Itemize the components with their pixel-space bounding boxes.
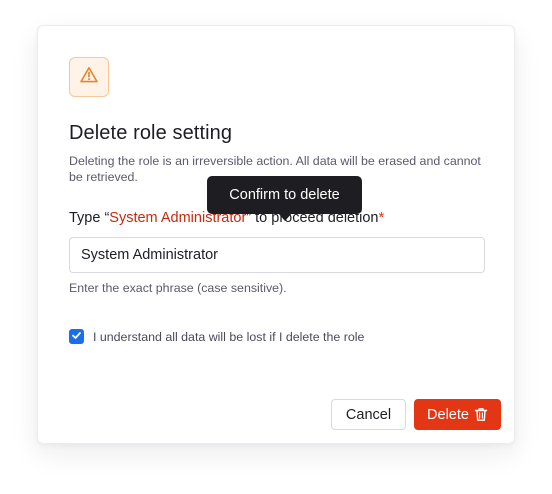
required-mark: * <box>378 210 385 226</box>
delete-button-label: Delete <box>427 406 469 423</box>
warning-triangle-icon <box>79 65 99 90</box>
confirm-tooltip: Confirm to delete <box>207 176 362 214</box>
dialog-title: Delete role setting <box>69 122 233 144</box>
delete-role-dialog: Delete role setting Deleting the role is… <box>37 25 515 444</box>
acknowledge-checkbox-label: I understand all data will be lost if I … <box>93 329 365 344</box>
warning-badge <box>69 57 109 97</box>
acknowledge-checkbox[interactable] <box>69 329 84 344</box>
tooltip-arrow <box>278 213 292 221</box>
acknowledge-checkbox-row[interactable]: I understand all data will be lost if I … <box>69 329 364 344</box>
cancel-button[interactable]: Cancel <box>331 399 406 430</box>
cancel-button-label: Cancel <box>345 406 392 423</box>
trash-icon <box>474 407 488 422</box>
confirm-phrase-input[interactable] <box>69 237 485 273</box>
field-hint: Enter the exact phrase (case sensitive). <box>69 281 287 295</box>
label-prefix: Type “ <box>69 210 110 226</box>
check-icon <box>71 328 82 346</box>
delete-button[interactable]: Delete <box>414 399 501 430</box>
